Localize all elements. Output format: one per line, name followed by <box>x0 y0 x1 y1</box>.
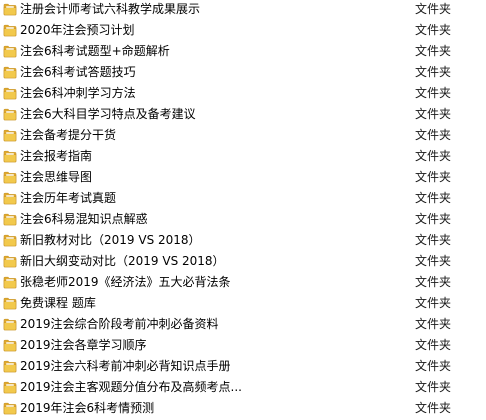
folder-name: 注会6大科目学习特点及备考建议 <box>20 107 196 121</box>
folder-name: 注册会计师考试六科教学成果展示 <box>20 2 201 16</box>
folder-row[interactable]: 2020年注会预习计划 文件夹 <box>0 20 486 41</box>
folder-type: 文件夹 <box>415 359 452 373</box>
folder-icon <box>3 255 17 268</box>
folder-icon <box>3 24 17 37</box>
folder-name: 新旧大纲变动对比（2019 VS 2018） <box>20 254 225 268</box>
folder-row[interactable]: 新旧教材对比（2019 VS 2018） 文件夹 <box>0 230 486 251</box>
folder-type: 文件夹 <box>415 2 452 16</box>
folder-type: 文件夹 <box>415 86 452 100</box>
folder-name: 注会6科易混知识点解惑 <box>20 212 148 226</box>
folder-row[interactable]: 2019注会六科考前冲刺必背知识点手册 文件夹 <box>0 356 486 377</box>
folder-icon <box>3 318 17 331</box>
folder-name: 注会报考指南 <box>20 149 93 163</box>
folder-icon <box>3 129 17 142</box>
folder-icon <box>3 150 17 163</box>
folder-name: 注会备考提分干货 <box>20 128 117 142</box>
folder-name: 注会6科考试题型+命题解析 <box>20 44 170 58</box>
folder-row[interactable]: 2019年注会6科考情预测 文件夹 <box>0 398 486 419</box>
folder-name: 注会6科考试答题技巧 <box>20 65 136 79</box>
folder-name: 2019年注会6科考情预测 <box>20 401 155 415</box>
folder-type: 文件夹 <box>415 149 452 163</box>
folder-type: 文件夹 <box>415 170 452 184</box>
folder-name: 2019注会主客观题分值分布及高频考点... <box>20 380 242 394</box>
folder-type: 文件夹 <box>415 338 452 352</box>
folder-row[interactable]: 2019注会主客观题分值分布及高频考点... 文件夹 <box>0 377 486 398</box>
folder-type: 文件夹 <box>415 233 452 247</box>
folder-name: 2019注会六科考前冲刺必背知识点手册 <box>20 359 231 373</box>
folder-icon <box>3 108 17 121</box>
folder-type: 文件夹 <box>415 23 452 37</box>
folder-icon <box>3 297 17 310</box>
folder-icon <box>3 339 17 352</box>
folder-row[interactable]: 注册会计师考试六科教学成果展示 文件夹 <box>0 0 486 20</box>
folder-row[interactable]: 注会6科考试题型+命题解析 文件夹 <box>0 41 486 62</box>
folder-type: 文件夹 <box>415 401 452 415</box>
folder-type: 文件夹 <box>415 296 452 310</box>
folder-row[interactable]: 注会历年考试真题 文件夹 <box>0 188 486 209</box>
folder-icon <box>3 3 17 16</box>
folder-type: 文件夹 <box>415 254 452 268</box>
folder-type: 文件夹 <box>415 107 452 121</box>
folder-row[interactable]: 2019注会综合阶段考前冲刺必备资料 文件夹 <box>0 314 486 335</box>
folder-name: 2019注会各章学习顺序 <box>20 338 147 352</box>
folder-row[interactable]: 注会思维导图 文件夹 <box>0 167 486 188</box>
folder-row[interactable]: 注会6科考试答题技巧 文件夹 <box>0 62 486 83</box>
folder-name: 注会6科冲刺学习方法 <box>20 86 136 100</box>
folder-icon <box>3 171 17 184</box>
folder-type: 文件夹 <box>415 44 452 58</box>
folder-type: 文件夹 <box>415 191 452 205</box>
folder-row[interactable]: 2019注会各章学习顺序 文件夹 <box>0 335 486 356</box>
folder-type: 文件夹 <box>415 380 452 394</box>
folder-icon <box>3 66 17 79</box>
folder-type: 文件夹 <box>415 212 452 226</box>
folder-icon <box>3 381 17 394</box>
folder-icon <box>3 192 17 205</box>
folder-type: 文件夹 <box>415 65 452 79</box>
folder-row[interactable]: 新旧大纲变动对比（2019 VS 2018） 文件夹 <box>0 251 486 272</box>
folder-icon <box>3 276 17 289</box>
folder-name: 2020年注会预习计划 <box>20 23 135 37</box>
folder-name: 张稳老师2019《经济法》五大必背法条 <box>20 275 231 289</box>
folder-name: 2019注会综合阶段考前冲刺必备资料 <box>20 317 219 331</box>
folder-icon <box>3 45 17 58</box>
folder-row[interactable]: 免费课程 题库 文件夹 <box>0 293 486 314</box>
folder-name: 新旧教材对比（2019 VS 2018） <box>20 233 201 247</box>
folder-type: 文件夹 <box>415 128 452 142</box>
folder-name: 免费课程 题库 <box>20 296 96 310</box>
folder-icon <box>3 360 17 373</box>
folder-icon <box>3 234 17 247</box>
folder-name: 注会历年考试真题 <box>20 191 117 205</box>
folder-icon <box>3 87 17 100</box>
folder-row[interactable]: 注会报考指南 文件夹 <box>0 146 486 167</box>
folder-icon <box>3 402 17 415</box>
folder-type: 文件夹 <box>415 317 452 331</box>
folder-row[interactable]: 张稳老师2019《经济法》五大必背法条 文件夹 <box>0 272 486 293</box>
folder-icon <box>3 213 17 226</box>
folder-row[interactable]: 注会备考提分干货 文件夹 <box>0 125 486 146</box>
folder-type: 文件夹 <box>415 275 452 289</box>
file-list: 注册会计师考试六科教学成果展示 文件夹 2020年注会预习计划 文件夹 注会6科考试题型… <box>0 0 486 420</box>
folder-row[interactable]: 注会6大科目学习特点及备考建议 文件夹 <box>0 104 486 125</box>
folder-row[interactable]: 注会6科易混知识点解惑 文件夹 <box>0 209 486 230</box>
folder-name: 注会思维导图 <box>20 170 93 184</box>
folder-row[interactable]: 注会6科冲刺学习方法 文件夹 <box>0 83 486 104</box>
